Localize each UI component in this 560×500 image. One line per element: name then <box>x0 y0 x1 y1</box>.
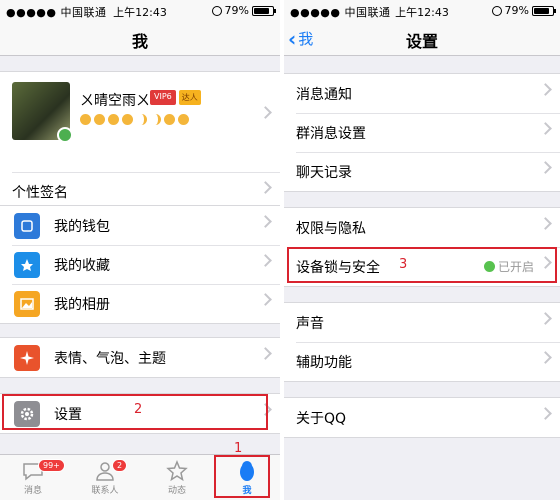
chevron-right-icon <box>539 83 552 96</box>
sun-icon <box>122 114 133 125</box>
alarm-icon <box>491 5 502 16</box>
emotions-row[interactable]: 表情、气泡、主题 <box>0 338 280 377</box>
tab-feed[interactable]: 动态 <box>152 459 202 496</box>
wallet-group: 我的钱包 我的收藏 我的相册 <box>0 205 280 324</box>
favorites-row[interactable]: 我的收藏 <box>0 245 280 284</box>
highlight-me-tab <box>214 455 270 498</box>
settings-screen: ●●●●● 中国联通 上午12:43 79% ‹ 我 设置 消息通知 群消息设置 … <box>284 0 560 500</box>
sun-icon <box>108 114 119 125</box>
nickname: ㄨ晴空雨ㄨ <box>80 93 150 109</box>
about-group: 关于QQ <box>284 397 560 438</box>
chevron-right-icon <box>259 215 272 228</box>
level-icons <box>80 114 189 125</box>
chevron-right-icon <box>539 351 552 364</box>
profile-group: ㄨ晴空雨ㄨ VIP6 达人 个性签名 <box>0 71 280 212</box>
privacy-row[interactable]: 权限与隐私 <box>284 208 560 247</box>
chevron-right-icon <box>259 106 272 119</box>
battery-icon <box>252 5 276 16</box>
daren-badge: 达人 <box>178 90 201 105</box>
tab-messages[interactable]: 消息 99+ <box>8 459 65 496</box>
chat-history-row[interactable]: 聊天记录 <box>284 152 560 191</box>
album-icon <box>14 290 40 317</box>
chevron-right-icon <box>539 161 552 174</box>
tab-contacts[interactable]: 联系人 2 <box>80 459 130 496</box>
group-msg-row[interactable]: 群消息设置 <box>284 113 560 152</box>
chevron-right-icon <box>539 217 552 230</box>
sound-row[interactable]: 声音 <box>284 303 560 342</box>
status-bar: ●●●●● 中国联通 上午12:43 79% <box>0 0 280 20</box>
chevron-right-icon <box>539 312 552 325</box>
sparkle-icon <box>14 344 40 371</box>
chevron-right-icon <box>259 181 272 194</box>
chevron-right-icon <box>259 254 272 267</box>
chevron-right-icon <box>259 293 272 306</box>
chevron-right-icon <box>259 347 272 360</box>
profile-card[interactable]: ㄨ晴空雨ㄨ VIP6 达人 <box>0 72 280 172</box>
vip-badge: VIP6 <box>150 90 176 105</box>
battery-icon <box>532 5 556 16</box>
chevron-right-icon <box>539 407 552 420</box>
step-1-label: 1 <box>234 441 243 456</box>
contacts-badge: 2 <box>112 459 128 472</box>
sun-icon <box>94 114 105 125</box>
wallet-icon <box>14 212 40 239</box>
moon-icon <box>136 114 147 125</box>
online-check-icon <box>57 127 73 143</box>
star-outline-icon <box>166 460 188 482</box>
step-3-label: 3 <box>399 257 408 272</box>
message-group: 消息通知 群消息设置 聊天记录 <box>284 73 560 192</box>
battery-percent: 79% <box>504 4 529 17</box>
page-title: 我 <box>131 32 148 51</box>
chevron-right-icon <box>539 122 552 135</box>
notify-row[interactable]: 消息通知 <box>284 74 560 113</box>
me-screen: ●●●●● 中国联通 上午12:43 79% 我 ㄨ晴空雨ㄨ VIP6 达人 个… <box>0 0 280 500</box>
emotions-group: 表情、气泡、主题 <box>0 337 280 378</box>
star-icon <box>164 114 175 125</box>
page-title: 设置 <box>405 32 438 51</box>
battery-percent: 79% <box>224 4 249 17</box>
nav-bar: 我 <box>0 20 280 56</box>
about-row[interactable]: 关于QQ <box>284 398 560 437</box>
avatar[interactable] <box>12 82 73 143</box>
unread-badge: 99+ <box>38 459 65 472</box>
star-icon <box>178 114 189 125</box>
album-row[interactable]: 我的相册 <box>0 284 280 323</box>
highlight-device-lock <box>287 247 557 283</box>
status-bar: ●●●●● 中国联通 上午12:43 79% <box>284 0 560 20</box>
step-2-label: 2 <box>134 402 143 417</box>
sun-icon <box>80 114 91 125</box>
nav-bar: ‹ 我 设置 <box>284 20 560 56</box>
favorites-icon <box>14 251 40 278</box>
accessibility-row[interactable]: 辅助功能 <box>284 342 560 381</box>
sound-group: 声音 辅助功能 <box>284 302 560 382</box>
wallet-row[interactable]: 我的钱包 <box>0 206 280 245</box>
moon-icon <box>150 114 161 125</box>
alarm-icon <box>211 5 222 16</box>
